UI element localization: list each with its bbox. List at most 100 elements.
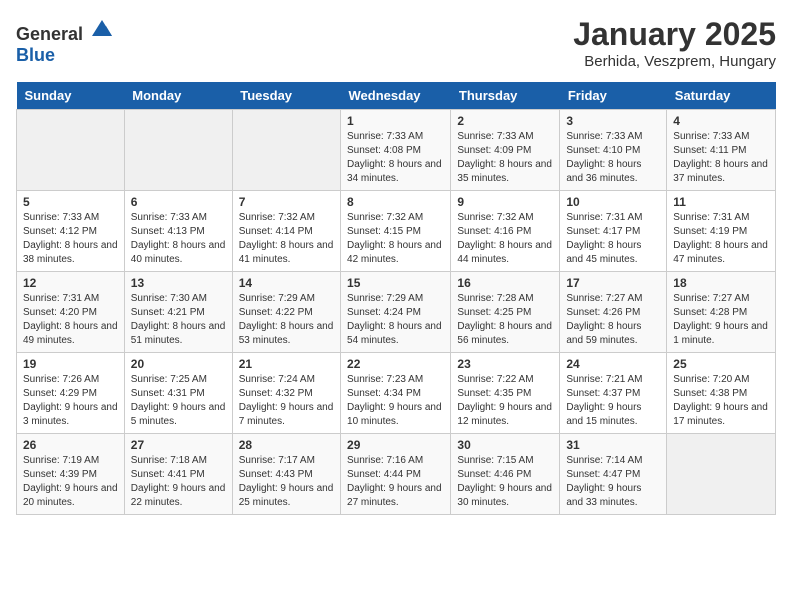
day-number: 2 [457, 114, 553, 128]
day-cell: 17 Sunrise: 7:27 AM Sunset: 4:26 PM Dayli… [560, 272, 667, 353]
title-block: January 2025 Berhida, Veszprem, Hungary [573, 16, 776, 70]
day-detail: Sunrise: 7:27 AM Sunset: 4:26 PM Dayligh… [566, 292, 660, 348]
day-detail: Sunrise: 7:33 AM Sunset: 4:11 PM Dayligh… [673, 130, 769, 186]
weekday-header-wednesday: Wednesday [341, 82, 451, 110]
day-detail: Sunrise: 7:31 AM Sunset: 4:19 PM Dayligh… [673, 211, 769, 267]
day-detail: Sunrise: 7:33 AM Sunset: 4:13 PM Dayligh… [131, 211, 226, 267]
day-cell: 31Sunrise: 7:14 AM Sunset: 4:47 PM Dayli… [560, 434, 667, 515]
day-number: 28 [239, 438, 334, 452]
day-cell [232, 110, 340, 191]
day-cell: 9 Sunrise: 7:32 AM Sunset: 4:16 PM Daylig… [451, 191, 560, 272]
day-number: 27 [131, 438, 226, 452]
day-cell: 19 Sunrise: 7:26 AM Sunset: 4:29 PM Dayli… [17, 353, 125, 434]
day-number: 6 [131, 195, 226, 209]
day-cell [124, 110, 232, 191]
day-detail: Sunrise: 7:33 AM Sunset: 4:10 PM Dayligh… [566, 130, 660, 186]
weekday-header-tuesday: Tuesday [232, 82, 340, 110]
day-detail: Sunrise: 7:15 AM Sunset: 4:46 PM Dayligh… [457, 454, 553, 510]
day-detail: Sunrise: 7:33 AM Sunset: 4:08 PM Dayligh… [347, 130, 444, 186]
day-number: 14 [239, 276, 334, 290]
day-detail: Sunrise: 7:20 AM Sunset: 4:38 PM Dayligh… [673, 373, 769, 429]
weekday-header-friday: Friday [560, 82, 667, 110]
day-number: 17 [566, 276, 660, 290]
day-cell: 28Sunrise: 7:17 AM Sunset: 4:43 PM Dayli… [232, 434, 340, 515]
day-cell: 2 Sunrise: 7:33 AM Sunset: 4:09 PM Daylig… [451, 110, 560, 191]
day-number: 12 [23, 276, 118, 290]
day-detail: Sunrise: 7:33 AM Sunset: 4:12 PM Dayligh… [23, 211, 118, 267]
day-number: 11 [673, 195, 769, 209]
day-number: 22 [347, 357, 444, 371]
day-cell: 24 Sunrise: 7:21 AM Sunset: 4:37 PM Dayli… [560, 353, 667, 434]
day-detail: Sunrise: 7:14 AM Sunset: 4:47 PM Dayligh… [566, 454, 660, 510]
day-cell: 13Sunrise: 7:30 AM Sunset: 4:21 PM Dayli… [124, 272, 232, 353]
day-detail: Sunrise: 7:19 AM Sunset: 4:39 PM Dayligh… [23, 454, 118, 510]
day-detail: Sunrise: 7:29 AM Sunset: 4:22 PM Dayligh… [239, 292, 334, 348]
logo: General Blue [16, 16, 114, 66]
day-number: 4 [673, 114, 769, 128]
day-detail: Sunrise: 7:32 AM Sunset: 4:14 PM Dayligh… [239, 211, 334, 267]
day-cell: 3 Sunrise: 7:33 AM Sunset: 4:10 PM Daylig… [560, 110, 667, 191]
day-cell: 6 Sunrise: 7:33 AM Sunset: 4:13 PM Daylig… [124, 191, 232, 272]
day-detail: Sunrise: 7:25 AM Sunset: 4:31 PM Dayligh… [131, 373, 226, 429]
logo-general: General [16, 24, 83, 44]
weekday-header-saturday: Saturday [667, 82, 776, 110]
week-row-4: 19 Sunrise: 7:26 AM Sunset: 4:29 PM Dayli… [17, 353, 776, 434]
day-cell: 5Sunrise: 7:33 AM Sunset: 4:12 PM Daylig… [17, 191, 125, 272]
day-cell: 25Sunrise: 7:20 AM Sunset: 4:38 PM Dayli… [667, 353, 776, 434]
day-cell: 29 Sunrise: 7:16 AM Sunset: 4:44 PM Dayli… [341, 434, 451, 515]
day-number: 3 [566, 114, 660, 128]
day-number: 1 [347, 114, 444, 128]
day-number: 18 [673, 276, 769, 290]
day-cell: 16Sunrise: 7:28 AM Sunset: 4:25 PM Dayli… [451, 272, 560, 353]
day-cell: 18 Sunrise: 7:27 AM Sunset: 4:28 PM Dayli… [667, 272, 776, 353]
day-cell: 12 Sunrise: 7:31 AM Sunset: 4:20 PM Dayli… [17, 272, 125, 353]
day-detail: Sunrise: 7:16 AM Sunset: 4:44 PM Dayligh… [347, 454, 444, 510]
day-detail: Sunrise: 7:31 AM Sunset: 4:17 PM Dayligh… [566, 211, 660, 267]
week-row-2: 5Sunrise: 7:33 AM Sunset: 4:12 PM Daylig… [17, 191, 776, 272]
day-number: 9 [457, 195, 553, 209]
day-detail: Sunrise: 7:30 AM Sunset: 4:21 PM Dayligh… [131, 292, 226, 348]
day-cell: 10 Sunrise: 7:31 AM Sunset: 4:17 PM Dayli… [560, 191, 667, 272]
day-cell: 11 Sunrise: 7:31 AM Sunset: 4:19 PM Dayli… [667, 191, 776, 272]
day-cell: 21Sunrise: 7:24 AM Sunset: 4:32 PM Dayli… [232, 353, 340, 434]
day-detail: Sunrise: 7:24 AM Sunset: 4:32 PM Dayligh… [239, 373, 334, 429]
day-cell: 14 Sunrise: 7:29 AM Sunset: 4:22 PM Dayli… [232, 272, 340, 353]
day-detail: Sunrise: 7:23 AM Sunset: 4:34 PM Dayligh… [347, 373, 444, 429]
day-number: 15 [347, 276, 444, 290]
day-detail: Sunrise: 7:32 AM Sunset: 4:15 PM Dayligh… [347, 211, 444, 267]
day-cell: 4 Sunrise: 7:33 AM Sunset: 4:11 PM Daylig… [667, 110, 776, 191]
logo-icon [90, 16, 114, 40]
day-number: 19 [23, 357, 118, 371]
day-number: 23 [457, 357, 553, 371]
weekday-header-row: SundayMondayTuesdayWednesdayThursdayFrid… [17, 82, 776, 110]
day-cell: 1 Sunrise: 7:33 AM Sunset: 4:08 PM Daylig… [341, 110, 451, 191]
day-cell: 7Sunrise: 7:32 AM Sunset: 4:14 PM Daylig… [232, 191, 340, 272]
day-cell: 26 Sunrise: 7:19 AM Sunset: 4:39 PM Dayli… [17, 434, 125, 515]
week-row-1: 1 Sunrise: 7:33 AM Sunset: 4:08 PM Daylig… [17, 110, 776, 191]
day-number: 20 [131, 357, 226, 371]
day-number: 10 [566, 195, 660, 209]
day-cell: 8 Sunrise: 7:32 AM Sunset: 4:15 PM Daylig… [341, 191, 451, 272]
day-number: 26 [23, 438, 118, 452]
day-cell: 22 Sunrise: 7:23 AM Sunset: 4:34 PM Dayli… [341, 353, 451, 434]
day-detail: Sunrise: 7:26 AM Sunset: 4:29 PM Dayligh… [23, 373, 118, 429]
day-detail: Sunrise: 7:32 AM Sunset: 4:16 PM Dayligh… [457, 211, 553, 267]
day-cell: 27Sunrise: 7:18 AM Sunset: 4:41 PM Dayli… [124, 434, 232, 515]
week-row-3: 12 Sunrise: 7:31 AM Sunset: 4:20 PM Dayli… [17, 272, 776, 353]
day-cell: 23Sunrise: 7:22 AM Sunset: 4:35 PM Dayli… [451, 353, 560, 434]
day-detail: Sunrise: 7:21 AM Sunset: 4:37 PM Dayligh… [566, 373, 660, 429]
day-number: 8 [347, 195, 444, 209]
weekday-header-monday: Monday [124, 82, 232, 110]
calendar-title: January 2025 [573, 16, 776, 53]
logo-text: General Blue [16, 16, 114, 66]
day-number: 29 [347, 438, 444, 452]
day-detail: Sunrise: 7:31 AM Sunset: 4:20 PM Dayligh… [23, 292, 118, 348]
day-cell: 30Sunrise: 7:15 AM Sunset: 4:46 PM Dayli… [451, 434, 560, 515]
calendar-table: SundayMondayTuesdayWednesdayThursdayFrid… [16, 82, 776, 515]
week-row-5: 26 Sunrise: 7:19 AM Sunset: 4:39 PM Dayli… [17, 434, 776, 515]
day-number: 24 [566, 357, 660, 371]
page-header: General Blue January 2025 Berhida, Veszp… [16, 16, 776, 70]
day-detail: Sunrise: 7:27 AM Sunset: 4:28 PM Dayligh… [673, 292, 769, 348]
day-detail: Sunrise: 7:33 AM Sunset: 4:09 PM Dayligh… [457, 130, 553, 186]
day-number: 16 [457, 276, 553, 290]
